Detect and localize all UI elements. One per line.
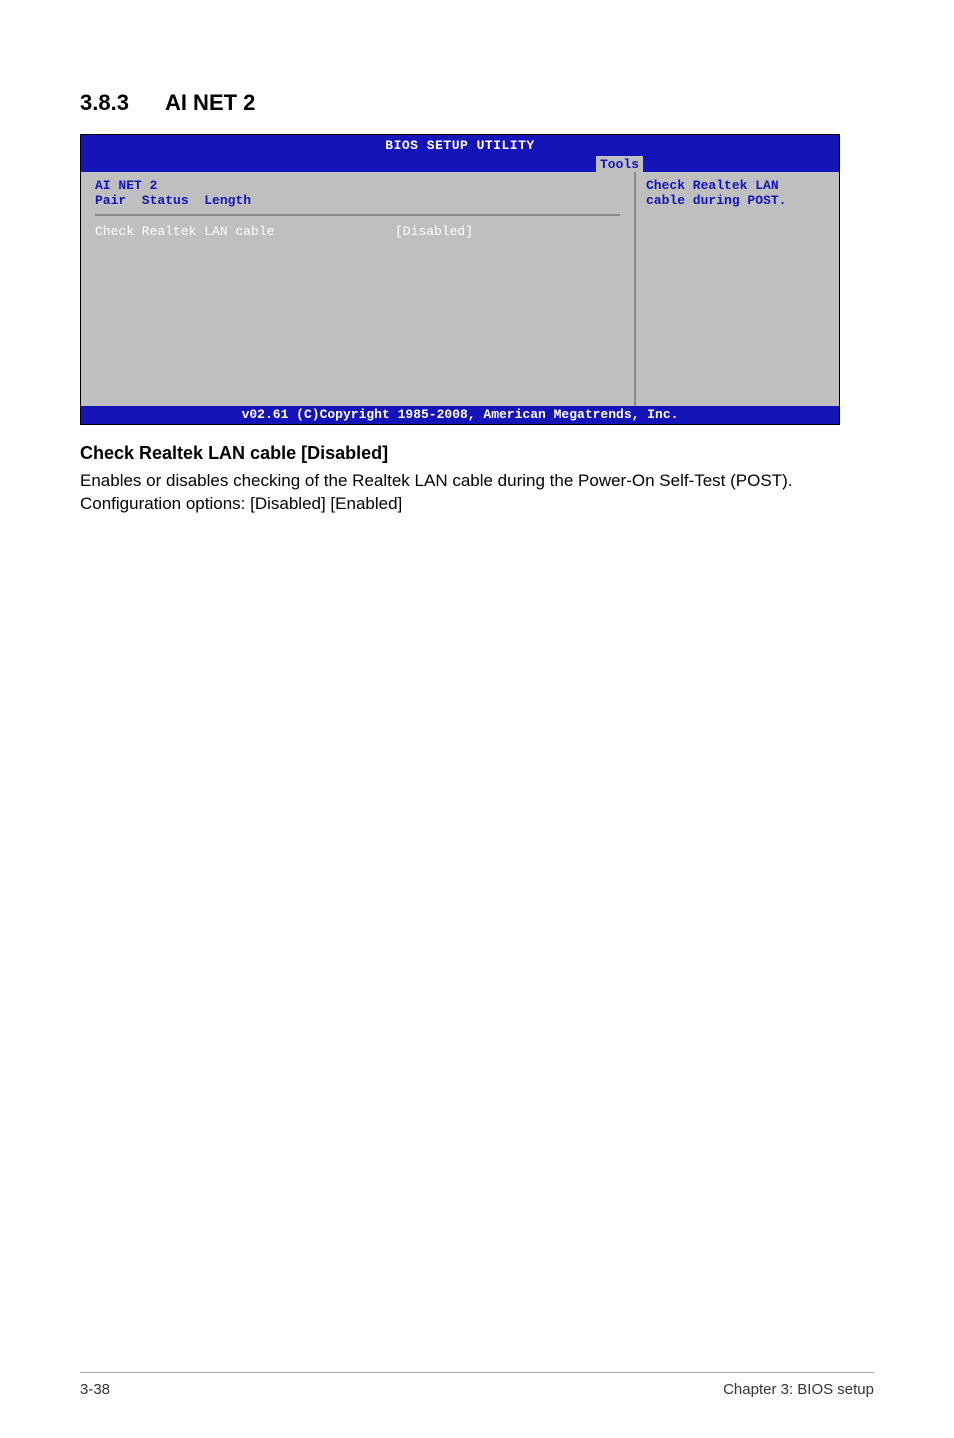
- bios-title: BIOS SETUP UTILITY: [81, 135, 839, 154]
- page-footer: 3-38 Chapter 3: BIOS setup: [80, 1372, 874, 1398]
- section-title: AI NET 2: [165, 90, 255, 116]
- body-text: Enables or disables checking of the Real…: [80, 470, 874, 516]
- bios-option-row[interactable]: Check Realtek LAN cable [Disabled]: [95, 224, 620, 239]
- chapter-label: Chapter 3: BIOS setup: [723, 1381, 874, 1398]
- bios-menubar: Tools: [81, 154, 839, 172]
- tab-tools[interactable]: Tools: [596, 156, 643, 172]
- bios-body: AI NET 2 Pair Status Length Check Realte…: [81, 172, 839, 406]
- bios-left-header: AI NET 2 Pair Status Length: [95, 178, 620, 216]
- bios-option-value: [Disabled]: [395, 224, 473, 239]
- section-number: 3.8.3: [80, 90, 129, 116]
- bios-footer: v02.61 (C)Copyright 1985-2008, American …: [81, 406, 839, 424]
- subheading: Check Realtek LAN cable [Disabled]: [80, 443, 874, 464]
- bios-left-content: Check Realtek LAN cable [Disabled]: [95, 216, 620, 396]
- bios-panel: BIOS SETUP UTILITY Tools AI NET 2 Pair S…: [80, 134, 840, 425]
- bios-left-pane: AI NET 2 Pair Status Length Check Realte…: [81, 172, 634, 406]
- bios-help-pane: Check Realtek LAN cable during POST.: [634, 172, 839, 406]
- section-heading: 3.8.3 AI NET 2: [80, 90, 874, 116]
- page-number: 3-38: [80, 1381, 110, 1398]
- bios-option-label: Check Realtek LAN cable: [95, 224, 395, 239]
